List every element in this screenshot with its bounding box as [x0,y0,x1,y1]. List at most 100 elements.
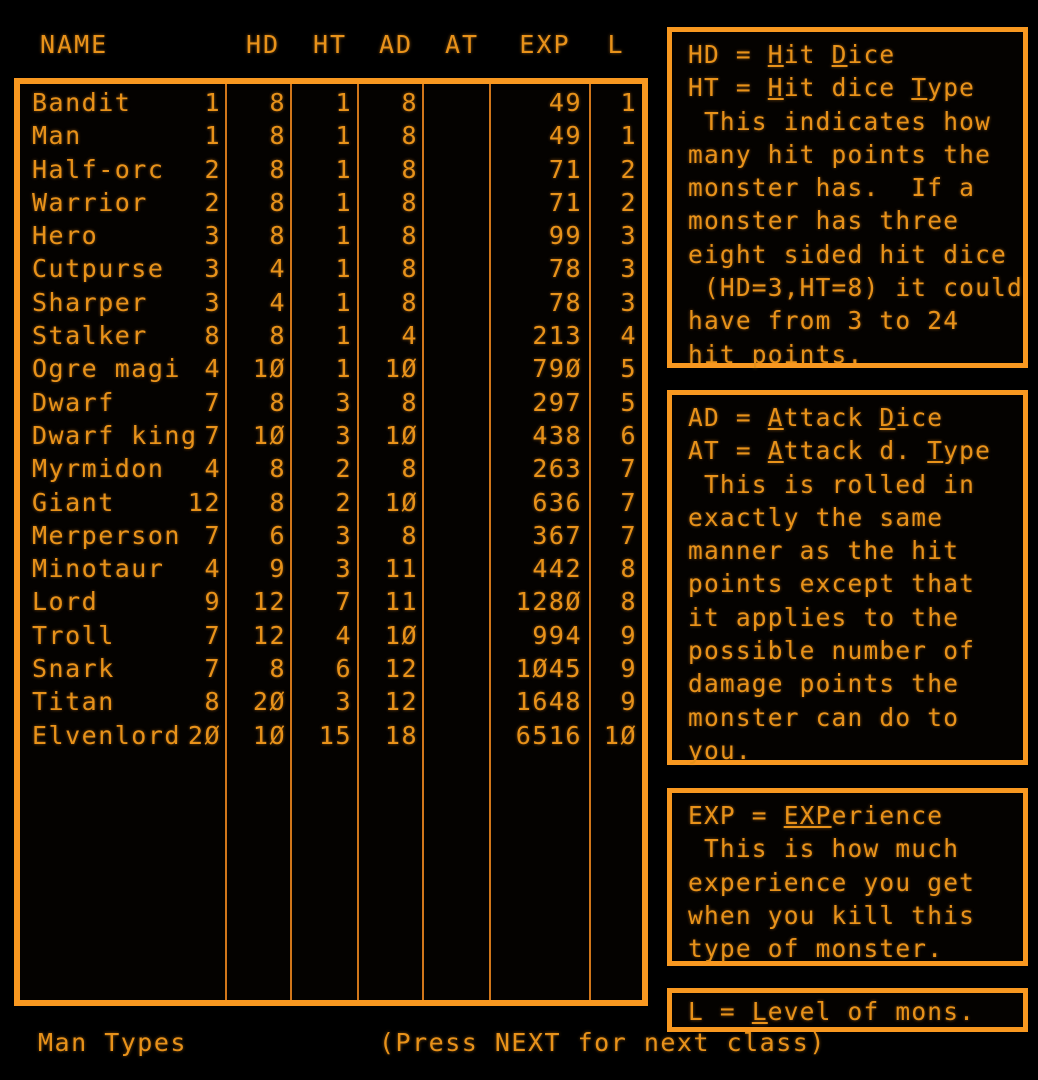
monster-name: Minotaur [32,554,165,584]
info-line: hit points. [688,339,864,369]
cell-ht: 12 [252,620,286,650]
cell-at: 4 [401,321,418,351]
info-box-hit-dice: HD = Hit Dice HT = Hit dice Type This ind… [667,27,1028,369]
table-row[interactable]: Man 1 8 1 8 49 1 [20,117,642,150]
cell-ad: 15 [318,720,352,750]
info-line: points except that [688,569,976,599]
table-row[interactable]: Dwarf 7 8 3 8 297 5 [20,384,642,417]
cell-level: 3 [620,221,637,251]
table-row[interactable]: Hero 3 8 1 8 99 3 [20,217,642,250]
cell-ad: 1 [335,88,352,117]
table-row[interactable]: Myrmidon 4 8 2 8 263 7 [20,450,642,483]
cell-exp: 49 [548,88,582,117]
table-row[interactable]: Lord 9 12 7 11 128Ø 8 [20,583,642,616]
cell-hd: 3 [204,221,221,251]
info-line: exactly the same [688,502,944,532]
table-frame: Bandit 1 8 1 8 49 1 Man 1 8 1 8 49 1 Half-orc 2 8 1 8 71 2 Wa… [14,78,648,1006]
table-row[interactable]: Dwarf king 7 1Ø 3 1Ø 438 6 [20,417,642,450]
table-row[interactable]: Minotaur 4 9 3 11 442 8 [20,550,642,583]
cell-at: 18 [384,720,418,750]
cell-exp: 442 [532,554,582,584]
cell-level: 4 [620,321,637,351]
info-line: experience you get [688,867,976,897]
info-line: eight sided hit dice [688,239,1008,269]
cell-level: 1 [620,121,637,151]
table-row[interactable]: Sharper 3 4 1 8 78 3 [20,284,642,317]
column-header-level: L [607,30,625,59]
info-line: damage points the [688,669,960,699]
table-row[interactable]: Cutpurse 3 4 1 8 78 3 [20,250,642,283]
info-line: AT = Attack d. Type [688,436,992,466]
cell-at: 8 [401,454,418,484]
cell-at: 8 [401,187,418,217]
cell-exp: 6516 [515,720,582,750]
cell-ht: 8 [269,221,286,251]
monster-name: Hero [32,221,99,251]
cell-level: 9 [620,687,637,717]
cell-at: 1Ø [384,420,418,450]
table-row[interactable]: Warrior 2 8 1 8 71 2 [20,184,642,217]
table-row[interactable]: Giant 12 8 2 1Ø 636 7 [20,484,642,517]
cell-ad: 3 [335,554,352,584]
monster-name: Warrior [32,187,148,217]
cell-exp: 71 [548,154,582,184]
cell-exp: 78 [548,254,582,284]
info-line: (HD=3,HT=8) it could [688,273,1023,303]
cell-hd: 12 [187,487,221,517]
column-header-name: NAME [40,30,109,59]
cell-hd: 7 [204,620,221,650]
cell-exp: 49 [548,121,582,151]
cell-at: 8 [401,520,418,550]
cell-hd: 3 [204,287,221,317]
cell-exp: 297 [532,387,582,417]
cell-ht: 6 [269,520,286,550]
cell-ad: 1 [335,321,352,351]
cell-hd: 7 [204,654,221,684]
table-row[interactable]: Merperson 7 6 3 8 367 7 [20,517,642,550]
info-box-level: L = Level of mons. [667,988,1028,1032]
cell-level: 9 [620,654,637,684]
table-row[interactable]: Troll 7 12 4 1Ø 994 9 [20,617,642,650]
info-panel: HD = Hit Dice HT = Hit dice Type This ind… [667,0,1038,1080]
table-row[interactable]: Stalker 8 8 1 4 213 4 [20,317,642,350]
table-body: Bandit 1 8 1 8 49 1 Man 1 8 1 8 49 1 Half-orc 2 8 1 8 71 2 Wa… [20,84,642,750]
cell-at: 12 [384,654,418,684]
cell-at: 1Ø [384,620,418,650]
cell-ht: 8 [269,321,286,351]
cell-ad: 3 [335,687,352,717]
cell-ad: 1 [335,121,352,151]
table-row[interactable]: Snark 7 8 6 12 1Ø45 9 [20,650,642,683]
monster-name: Giant [32,487,115,517]
table-row[interactable]: Ogre magi 4 1Ø 1 1Ø 79Ø 5 [20,350,642,383]
table-row[interactable]: Elvenlord 2Ø 1Ø 15 18 6516 1Ø [20,717,642,750]
table-row[interactable]: Half-orc 2 8 1 8 71 2 [20,151,642,184]
info-line: monster has. If a [688,173,976,203]
cell-at: 1Ø [384,354,418,384]
cell-hd: 1 [204,88,221,117]
info-line: This indicates how [688,106,992,136]
cell-ad: 1 [335,221,352,251]
cell-level: 3 [620,254,637,284]
cell-exp: 1648 [515,687,582,717]
column-header-ht: HT [312,30,348,59]
cell-hd: 2 [204,154,221,184]
cell-level: 2 [620,154,637,184]
info-line: HD = Hit Dice [688,40,896,69]
cell-hd: 4 [204,454,221,484]
cell-ad: 1 [335,254,352,284]
cell-exp: 438 [532,420,582,450]
cell-at: 8 [401,88,418,117]
cell-ht: 9 [269,554,286,584]
cell-ht: 4 [269,254,286,284]
cell-exp: 263 [532,454,582,484]
column-header-hd: HD [245,30,281,59]
table-row[interactable]: Titan 8 2Ø 3 12 1648 9 [20,683,642,716]
cell-level: 7 [620,454,637,484]
monster-name: Lord [32,587,99,617]
info-line: This is how much [688,834,960,864]
table-row[interactable]: Bandit 1 8 1 8 49 1 [20,84,642,117]
cell-ht: 1Ø [252,420,286,450]
cell-hd: 2 [204,187,221,217]
cell-ht: 8 [269,454,286,484]
cell-ht: 2Ø [252,687,286,717]
